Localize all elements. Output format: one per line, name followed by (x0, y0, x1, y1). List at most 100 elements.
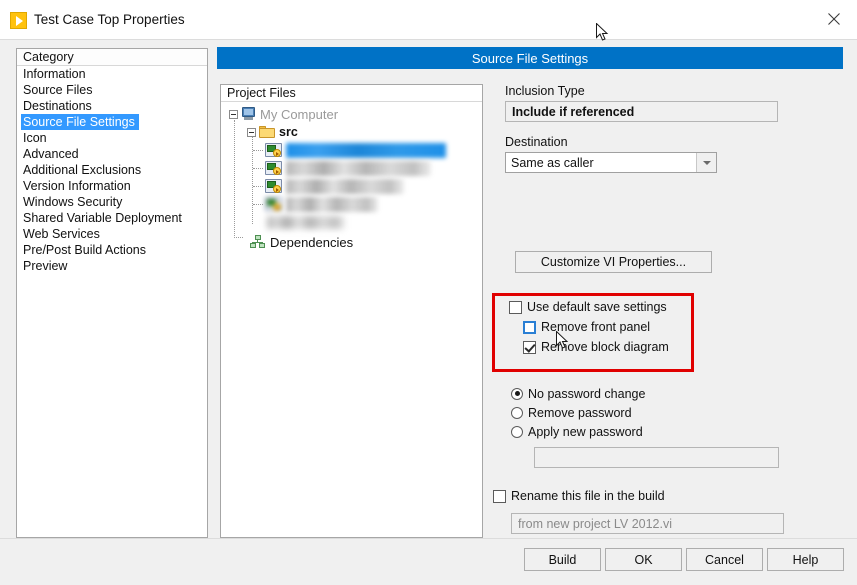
settings-column: Inclusion Type Include if referenced Des… (493, 84, 845, 534)
password-radio-group: No password change Remove password Apply… (511, 384, 845, 468)
tree-item-label: Dependencies (270, 234, 354, 250)
checkbox-box[interactable] (493, 489, 506, 503)
computer-icon (241, 107, 256, 121)
sidebar-item-preview[interactable]: Preview (17, 258, 207, 274)
radio-label: No password change (528, 386, 646, 401)
tree-item-label (286, 142, 446, 158)
inclusion-type-value: Include if referenced (505, 101, 778, 122)
sidebar-item-label: Destinations (23, 99, 92, 113)
checkbox-box[interactable] (523, 340, 536, 354)
radio-button[interactable] (511, 425, 523, 438)
sidebar-item-shared-variable-deployment[interactable]: Shared Variable Deployment (17, 210, 207, 226)
sidebar-item-web-services[interactable]: Web Services (17, 226, 207, 242)
tree-item-my-computer[interactable]: My Computer (221, 105, 482, 123)
tree-item-src[interactable]: src (221, 123, 482, 141)
project-files-header: Project Files (221, 85, 482, 102)
tree-item-redacted-row (221, 213, 482, 231)
sidebar-item-label: Source File Settings (21, 114, 139, 130)
remove-block-diagram-checkbox[interactable]: Remove block diagram (523, 337, 845, 357)
rename-group: Rename this file in the build from new p… (493, 486, 845, 534)
tree-item-vi-file[interactable] (221, 195, 482, 213)
rename-file-checkbox[interactable]: Rename this file in the build (493, 486, 845, 506)
save-settings-group: Use default save settings Remove front p… (509, 297, 845, 357)
checkbox-label: Remove front panel (541, 320, 651, 334)
customize-vi-properties-button[interactable]: Customize VI Properties... (515, 251, 712, 273)
sidebar-item-label: Pre/Post Build Actions (23, 243, 146, 257)
inclusion-type-label: Inclusion Type (505, 84, 585, 98)
sidebar-item-label: Source Files (23, 83, 93, 97)
radio-button[interactable] (511, 387, 523, 400)
folder-icon (259, 125, 275, 139)
vi-icon (265, 196, 282, 212)
checkbox-label: Remove block diagram (541, 340, 669, 354)
sidebar-item-additional-exclusions[interactable]: Additional Exclusions (17, 162, 207, 178)
sidebar-item-windows-security[interactable]: Windows Security (17, 194, 207, 210)
dialog-button-bar: Build OK Cancel Help (0, 538, 857, 585)
rename-file-input[interactable]: from new project LV 2012.vi (511, 513, 784, 534)
tree-item-label (286, 178, 404, 194)
no-password-change-radio[interactable]: No password change (511, 384, 845, 403)
checkbox-label: Rename this file in the build (511, 489, 665, 503)
apply-new-password-radio[interactable]: Apply new password (511, 422, 845, 441)
expander-icon[interactable] (247, 127, 256, 137)
remove-password-radio[interactable]: Remove password (511, 403, 845, 422)
sidebar-item-label: Icon (23, 131, 47, 145)
sidebar-item-label: Windows Security (23, 195, 123, 209)
tree-item-label: My Computer (260, 106, 339, 122)
sidebar-item-information[interactable]: Information (17, 66, 207, 82)
dependencies-icon (250, 235, 266, 249)
checkbox-label: Use default save settings (527, 300, 667, 314)
sidebar-item-icon[interactable]: Icon (17, 130, 207, 146)
labview-vi-icon (10, 12, 27, 29)
window-title: Test Case Top Properties (34, 12, 185, 27)
sidebar-item-label: Preview (23, 259, 68, 273)
checkbox-box[interactable] (523, 320, 536, 334)
sidebar-item-label: Shared Variable Deployment (23, 211, 182, 225)
category-list: Information Source Files Destinations So… (17, 66, 207, 274)
tree-item-vi-file[interactable] (221, 177, 482, 195)
radio-label: Remove password (528, 405, 632, 420)
tree-item-dependencies[interactable]: Dependencies (221, 233, 482, 251)
page-title: Source File Settings (217, 47, 843, 69)
cancel-button[interactable]: Cancel (686, 548, 763, 571)
sidebar-item-source-file-settings[interactable]: Source File Settings (17, 114, 207, 130)
destination-select[interactable]: Same as caller (505, 152, 717, 173)
title-bar: Test Case Top Properties (0, 0, 857, 40)
vi-icon (265, 178, 282, 194)
category-header: Category (17, 49, 207, 66)
sidebar-item-pre-post-build-actions[interactable]: Pre/Post Build Actions (17, 242, 207, 258)
chevron-down-icon[interactable] (696, 153, 716, 172)
radio-label: Apply new password (528, 424, 643, 439)
project-files-panel: Project Files My Computer src Dependenci… (220, 84, 483, 538)
tree-item-label: src (279, 125, 298, 139)
remove-front-panel-checkbox[interactable]: Remove front panel (523, 317, 845, 337)
sidebar-item-label: Web Services (23, 227, 100, 241)
use-default-save-settings-checkbox[interactable]: Use default save settings (509, 297, 845, 317)
new-password-input[interactable] (534, 447, 779, 468)
help-button[interactable]: Help (767, 548, 844, 571)
radio-button[interactable] (511, 406, 523, 419)
project-files-tree: My Computer src Dependencies (221, 102, 482, 251)
build-button[interactable]: Build (524, 548, 601, 571)
sidebar-item-version-information[interactable]: Version Information (17, 178, 207, 194)
destination-label: Destination (505, 135, 568, 149)
destination-value: Same as caller (511, 155, 594, 170)
vi-icon (265, 160, 282, 176)
tree-item-vi-file[interactable] (221, 159, 482, 177)
close-icon[interactable] (811, 0, 857, 38)
sidebar-item-advanced[interactable]: Advanced (17, 146, 207, 162)
sidebar-item-label: Advanced (23, 147, 79, 161)
sidebar-item-destinations[interactable]: Destinations (17, 98, 207, 114)
tree-item-label (286, 196, 378, 212)
sidebar-item-label: Additional Exclusions (23, 163, 142, 177)
sidebar-item-label: Version Information (23, 179, 131, 193)
properties-dialog: Test Case Top Properties Category Inform… (0, 0, 857, 585)
category-panel: Category Information Source Files Destin… (16, 48, 208, 538)
sidebar-item-source-files[interactable]: Source Files (17, 82, 207, 98)
sidebar-item-label: Information (23, 67, 86, 81)
checkbox-box[interactable] (509, 300, 522, 314)
expander-icon[interactable] (229, 109, 238, 119)
tree-item-vi-file[interactable] (221, 141, 482, 159)
ok-button[interactable]: OK (605, 548, 682, 571)
tree-item-label (286, 160, 431, 176)
